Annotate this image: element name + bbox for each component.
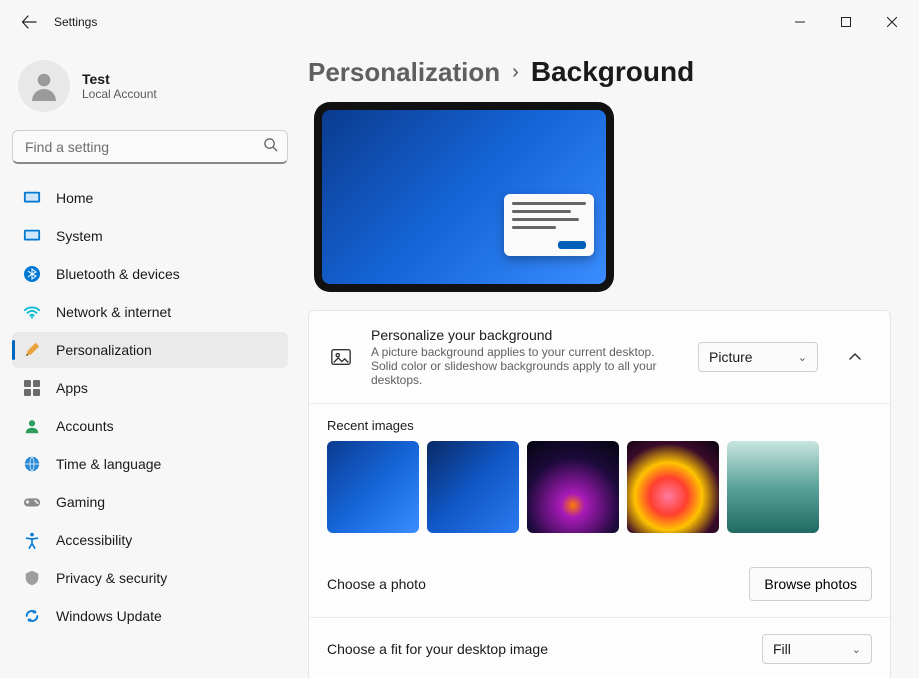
search-icon bbox=[263, 137, 278, 157]
sidebar-item-label: Windows Update bbox=[56, 608, 162, 624]
sidebar-item-personalization[interactable]: Personalization bbox=[12, 332, 288, 368]
recent-images-section: Recent images bbox=[309, 403, 890, 551]
personalize-row: Personalize your background A picture ba… bbox=[309, 311, 890, 403]
minimize-icon bbox=[795, 17, 805, 27]
background-type-select[interactable]: Picture ⌄ bbox=[698, 342, 818, 372]
sidebar-item-system[interactable]: System bbox=[12, 218, 288, 254]
maximize-icon bbox=[841, 17, 851, 27]
choose-photo-label: Choose a photo bbox=[327, 576, 733, 592]
choose-fit-label: Choose a fit for your desktop image bbox=[327, 641, 746, 657]
avatar bbox=[18, 60, 70, 112]
apps-icon bbox=[22, 378, 42, 398]
sidebar-item-label: Apps bbox=[56, 380, 88, 396]
user-text: Test Local Account bbox=[82, 71, 157, 101]
sidebar-item-label: Time & language bbox=[56, 456, 161, 472]
wallpaper-preview bbox=[314, 102, 614, 292]
main-content: Personalization › Background Personalize… bbox=[300, 44, 919, 678]
recent-images-label: Recent images bbox=[327, 418, 872, 433]
chevron-down-icon: ⌄ bbox=[798, 351, 807, 364]
gaming-icon bbox=[22, 492, 42, 512]
sidebar: Test Local Account Home System Bluetooth… bbox=[0, 44, 300, 678]
breadcrumb-parent[interactable]: Personalization bbox=[308, 57, 500, 88]
globe-icon bbox=[22, 454, 42, 474]
window-controls bbox=[777, 7, 915, 37]
recent-images-row bbox=[327, 441, 872, 533]
accounts-icon bbox=[22, 416, 42, 436]
personalize-desc: A picture background applies to your cur… bbox=[371, 345, 682, 387]
sidebar-item-accessibility[interactable]: Accessibility bbox=[12, 522, 288, 558]
accessibility-icon bbox=[22, 530, 42, 550]
picture-icon bbox=[327, 343, 355, 371]
page-title: Background bbox=[531, 56, 694, 88]
wifi-icon bbox=[22, 302, 42, 322]
browse-photos-button[interactable]: Browse photos bbox=[749, 567, 872, 601]
recent-thumb-5[interactable] bbox=[727, 441, 819, 533]
personalize-text: Personalize your background A picture ba… bbox=[371, 327, 682, 387]
expand-toggle[interactable] bbox=[838, 340, 872, 374]
paintbrush-icon bbox=[22, 340, 42, 360]
update-icon bbox=[22, 606, 42, 626]
system-icon bbox=[22, 226, 42, 246]
wallpaper-preview-screen bbox=[322, 110, 606, 284]
chevron-up-icon bbox=[848, 350, 862, 364]
personalize-card: Personalize your background A picture ba… bbox=[308, 310, 891, 678]
sidebar-item-label: Personalization bbox=[56, 342, 152, 358]
recent-thumb-4[interactable] bbox=[627, 441, 719, 533]
sidebar-item-label: Network & internet bbox=[56, 304, 171, 320]
sidebar-item-label: Accounts bbox=[56, 418, 114, 434]
sidebar-item-home[interactable]: Home bbox=[12, 180, 288, 216]
choose-photo-row: Choose a photo Browse photos bbox=[309, 551, 890, 617]
sidebar-item-label: Privacy & security bbox=[56, 570, 167, 586]
sidebar-item-time[interactable]: Time & language bbox=[12, 446, 288, 482]
user-name: Test bbox=[82, 71, 157, 87]
bluetooth-icon bbox=[22, 264, 42, 284]
fit-select[interactable]: Fill ⌄ bbox=[762, 634, 872, 664]
recent-thumb-1[interactable] bbox=[327, 441, 419, 533]
sidebar-item-label: Bluetooth & devices bbox=[56, 266, 180, 282]
sidebar-item-label: System bbox=[56, 228, 103, 244]
sidebar-item-label: Home bbox=[56, 190, 93, 206]
sidebar-item-bluetooth[interactable]: Bluetooth & devices bbox=[12, 256, 288, 292]
app-title: Settings bbox=[54, 15, 97, 29]
sidebar-item-label: Gaming bbox=[56, 494, 105, 510]
select-value: Picture bbox=[709, 349, 753, 365]
close-icon bbox=[887, 17, 897, 27]
titlebar: Settings bbox=[0, 0, 919, 44]
minimize-button[interactable] bbox=[777, 7, 823, 37]
user-account-block[interactable]: Test Local Account bbox=[12, 52, 288, 126]
close-button[interactable] bbox=[869, 7, 915, 37]
maximize-button[interactable] bbox=[823, 7, 869, 37]
sidebar-item-privacy[interactable]: Privacy & security bbox=[12, 560, 288, 596]
breadcrumb: Personalization › Background bbox=[308, 56, 891, 88]
search-wrap bbox=[12, 130, 288, 164]
recent-thumb-2[interactable] bbox=[427, 441, 519, 533]
back-button[interactable] bbox=[12, 5, 46, 39]
select-value: Fill bbox=[773, 641, 791, 657]
chevron-down-icon: ⌄ bbox=[852, 643, 861, 656]
shield-icon bbox=[22, 568, 42, 588]
chevron-right-icon: › bbox=[512, 61, 519, 84]
recent-thumb-3[interactable] bbox=[527, 441, 619, 533]
sidebar-item-network[interactable]: Network & internet bbox=[12, 294, 288, 330]
sidebar-item-label: Accessibility bbox=[56, 532, 132, 548]
nav: Home System Bluetooth & devices Network … bbox=[12, 180, 288, 634]
home-icon bbox=[22, 188, 42, 208]
choose-fit-row: Choose a fit for your desktop image Fill… bbox=[309, 617, 890, 678]
sidebar-item-gaming[interactable]: Gaming bbox=[12, 484, 288, 520]
search-input[interactable] bbox=[12, 130, 288, 164]
preview-window-card bbox=[504, 194, 594, 256]
user-type: Local Account bbox=[82, 87, 157, 101]
app-body: Test Local Account Home System Bluetooth… bbox=[0, 44, 919, 678]
sidebar-item-update[interactable]: Windows Update bbox=[12, 598, 288, 634]
sidebar-item-apps[interactable]: Apps bbox=[12, 370, 288, 406]
personalize-title: Personalize your background bbox=[371, 327, 682, 343]
sidebar-item-accounts[interactable]: Accounts bbox=[12, 408, 288, 444]
user-icon bbox=[26, 68, 62, 104]
arrow-left-icon bbox=[21, 14, 37, 30]
